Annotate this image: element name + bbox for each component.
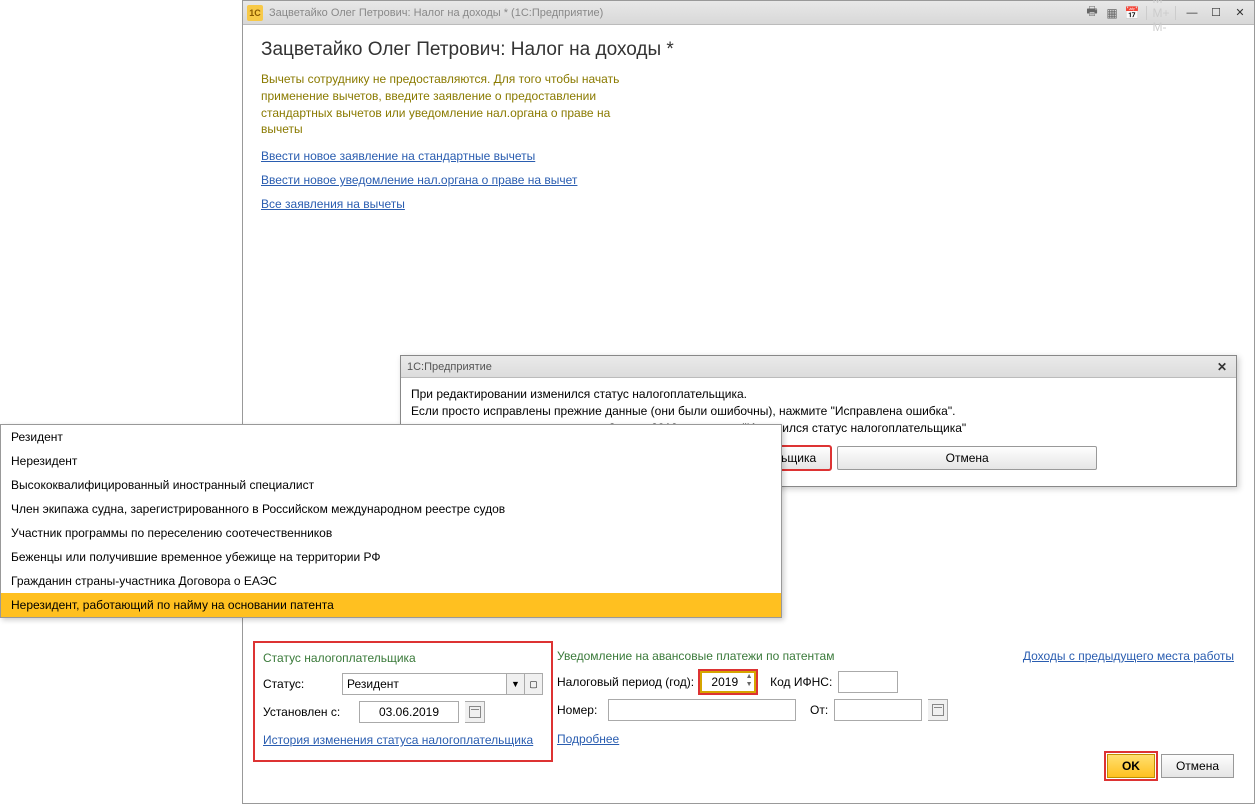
dialog-titlebar: 1С:Предприятие ✕ — [401, 356, 1236, 378]
notice-group-title: Уведомление на авансовые платежи по пате… — [557, 649, 997, 663]
dialog-title: 1С:Предприятие — [407, 361, 1214, 373]
dialog-text-2: Если просто исправлены прежние данные (о… — [411, 403, 1226, 420]
dropdown-item[interactable]: Резидент — [1, 425, 781, 449]
status-history-link[interactable]: История изменения статуса налогоплательщ… — [263, 733, 533, 747]
app-icon: 1C — [247, 5, 263, 21]
ok-button[interactable]: OK — [1107, 754, 1155, 778]
notice-date-picker-icon[interactable] — [928, 699, 948, 721]
status-open-icon[interactable]: ▢ — [525, 673, 543, 695]
ifns-label: Код ИФНС: — [770, 675, 832, 689]
ifns-code-input[interactable] — [838, 671, 898, 693]
link-new-statement[interactable]: Ввести новое заявление на стандартные вы… — [261, 149, 535, 163]
page-title: Зацветайко Олег Петрович: Налог на доход… — [261, 39, 1236, 61]
status-label: Статус: — [263, 677, 336, 691]
prev-income-link[interactable]: Доходы с предыдущего места работы — [1023, 649, 1234, 663]
info-text: Вычеты сотруднику не предоставляются. Дл… — [261, 71, 641, 138]
dialog-close-icon[interactable]: ✕ — [1214, 359, 1230, 375]
notice-number-input[interactable] — [608, 699, 796, 721]
print-icon[interactable]: 🖶 — [1084, 5, 1100, 21]
minimize-button[interactable]: — — [1182, 5, 1202, 21]
taxpayer-status-group: Статус налогоплательщика Статус: ▼ ▢ Уст… — [253, 641, 553, 762]
dropdown-item[interactable]: Высококвалифицированный иностранный спец… — [1, 473, 781, 497]
dropdown-item[interactable]: Нерезидент, работающий по найму на основ… — [1, 593, 781, 617]
mode-icon: M M+ M- — [1153, 5, 1169, 21]
calendar-icon[interactable]: 📅 — [1124, 5, 1140, 21]
titlebar: 1C Зацветайко Олег Петрович: Налог на до… — [243, 1, 1254, 25]
status-select[interactable] — [342, 673, 507, 695]
dropdown-item[interactable]: Беженцы или получившие временное убежище… — [1, 545, 781, 569]
patent-notice-group: Уведомление на авансовые платежи по пате… — [557, 649, 997, 751]
close-button[interactable]: ✕ — [1230, 5, 1250, 21]
status-group-title: Статус налогоплательщика — [263, 651, 543, 665]
separator — [1146, 6, 1147, 20]
dialog-cancel-button[interactable]: Отмена — [837, 446, 1097, 470]
from-label: От: — [810, 703, 828, 717]
maximize-button[interactable]: ☐ — [1206, 5, 1226, 21]
link-all-statements[interactable]: Все заявления на вычеты — [261, 197, 405, 211]
link-new-notice[interactable]: Ввести новое уведомление нал.органа о пр… — [261, 173, 577, 187]
separator — [1175, 6, 1176, 20]
year-down-icon[interactable]: ▼ — [744, 681, 754, 689]
status-dropdown-list[interactable]: РезидентНерезидентВысококвалифицированны… — [0, 424, 782, 618]
dialog-text-1: При редактировании изменился статус нало… — [411, 386, 1226, 403]
date-label: Установлен с: — [263, 705, 353, 719]
dropdown-item[interactable]: Член экипажа судна, зарегистрированного … — [1, 497, 781, 521]
period-label: Налоговый период (год): — [557, 675, 694, 689]
status-dropdown-icon[interactable]: ▼ — [507, 673, 525, 695]
calc-icon[interactable]: ▦ — [1104, 5, 1120, 21]
year-up-icon[interactable]: ▲ — [744, 673, 754, 681]
cancel-button[interactable]: Отмена — [1161, 754, 1234, 778]
more-link[interactable]: Подробнее — [557, 732, 619, 746]
dropdown-item[interactable]: Нерезидент — [1, 449, 781, 473]
dropdown-item[interactable]: Гражданин страны-участника Договора о ЕА… — [1, 569, 781, 593]
date-picker-icon[interactable] — [465, 701, 485, 723]
number-label: Номер: — [557, 703, 602, 717]
notice-date-input[interactable] — [834, 699, 922, 721]
window-title: Зацветайко Олег Петрович: Налог на доход… — [269, 7, 1084, 19]
dropdown-item[interactable]: Участник программы по переселению соотеч… — [1, 521, 781, 545]
date-from-input[interactable] — [359, 701, 459, 723]
